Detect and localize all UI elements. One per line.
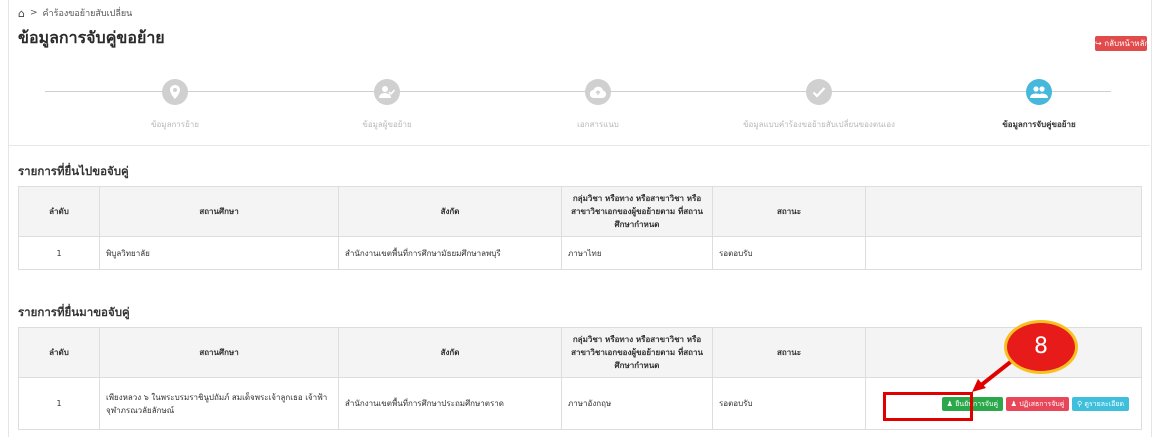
table-header-row: ลำดับ สถานศึกษา สังกัด กลุ่มวิชา หรือทาง… <box>18 186 1142 237</box>
col-subject: กลุ่มวิชา หรือทาง หรือสาขาวิชา หรือสาขาว… <box>561 327 713 378</box>
search-icon: ⚲ <box>1076 399 1083 408</box>
breadcrumb-current[interactable]: คำร้องขอย้ายสับเปลี่ยน <box>43 6 133 20</box>
col-agency: สังกัด <box>338 186 562 237</box>
table-row: 1 เพียงหลวง ๖ ในพระบรมราชินูปถัมภ์ สมเด็… <box>18 377 1142 430</box>
location-pin-icon[interactable] <box>162 79 188 105</box>
col-actions <box>865 327 1142 378</box>
step-label-own-request: ข้อมูลแบบคำร้องขอย้ายสับเปลี่ยนของตนเอง <box>743 120 895 129</box>
outgoing-requests-table: ลำดับ สถานศึกษา สังกัด กลุ่มวิชา หรือทาง… <box>18 186 1142 270</box>
col-no: ลำดับ <box>18 327 100 378</box>
cell-actions <box>865 236 1142 270</box>
cell-status: รอตอบรับ <box>712 377 866 430</box>
col-no: ลำดับ <box>18 186 100 237</box>
col-status: สถานะ <box>712 186 866 237</box>
table-header-row: ลำดับ สถานศึกษา สังกัด กลุ่มวิชา หรือทาง… <box>18 327 1142 378</box>
callout-badge: 8 <box>1004 320 1078 374</box>
step-label-attachments: เอกสารแนบ <box>577 120 619 129</box>
step-label-applicant-info: ข้อมูลผู้ขอย้าย <box>362 120 412 129</box>
cell-no: 1 <box>18 377 100 430</box>
col-school: สถานศึกษา <box>99 186 339 237</box>
incoming-requests-title: รายการที่ยื่นมาขอจับคู่ <box>18 305 130 319</box>
table-row: 1 พิบูลวิทยาลัย สำนักงานเขตพื้นที่การศึก… <box>18 236 1142 270</box>
col-status: สถานะ <box>712 327 866 378</box>
outgoing-requests-title: รายการที่ยื่นไปขอจับคู่ <box>18 164 129 178</box>
check-icon[interactable] <box>806 79 832 105</box>
cloud-upload-icon[interactable] <box>585 79 611 105</box>
divider <box>9 145 1150 146</box>
cell-agency: สำนักงานเขตพื้นที่การศึกษาประถมศึกษาตราด <box>338 377 562 430</box>
step-label-move-info: ข้อมูลการย้าย <box>151 120 199 129</box>
cell-subject: ภาษาอังกฤษ <box>561 377 713 430</box>
col-agency: สังกัด <box>338 327 562 378</box>
reject-match-label: ปฏิเสธการจับคู่ <box>1019 399 1065 408</box>
page-title: ข้อมูลการจับคู่ขอย้าย <box>18 28 165 47</box>
step-label-matching-info: ข้อมูลการจับคู่ขอย้าย <box>1002 120 1076 129</box>
col-actions <box>865 186 1142 237</box>
incoming-requests-table: ลำดับ สถานศึกษา สังกัด กลุ่มวิชา หรือทาง… <box>18 327 1142 430</box>
reject-match-button[interactable]: ♟ ปฏิเสธการจับคู่ <box>1005 396 1070 411</box>
cell-school: เพียงหลวง ๖ ในพระบรมราชินูปถัมภ์ สมเด็จพ… <box>99 377 339 430</box>
col-subject: กลุ่มวิชา หรือทาง หรือสาขาวิชา หรือสาขาว… <box>561 186 713 237</box>
view-details-label: ดูรายละเอียด <box>1084 399 1124 408</box>
back-to-main-button[interactable]: ↪ กลับหน้าหลัก <box>1095 36 1147 51</box>
cell-no: 1 <box>18 236 100 270</box>
highlight-box <box>883 392 973 421</box>
breadcrumb-separator: > <box>29 8 38 18</box>
breadcrumb: ⌂ > คำร้องขอย้ายสับเปลี่ยน <box>18 6 132 20</box>
user-check-icon[interactable] <box>374 79 400 105</box>
cell-status: รอตอบรับ <box>712 236 866 270</box>
view-details-button[interactable]: ⚲ ดูรายละเอียด <box>1071 396 1129 411</box>
home-icon[interactable]: ⌂ <box>18 7 25 20</box>
users-icon[interactable] <box>1026 79 1052 105</box>
stepper-line <box>45 91 1111 92</box>
cell-agency: สำนักงานเขตพื้นที่การศึกษามัธยมศึกษาลพบุ… <box>338 236 562 270</box>
cell-school: พิบูลวิทยาลัย <box>99 236 339 270</box>
col-school: สถานศึกษา <box>99 327 339 378</box>
cell-subject: ภาษาไทย <box>561 236 713 270</box>
